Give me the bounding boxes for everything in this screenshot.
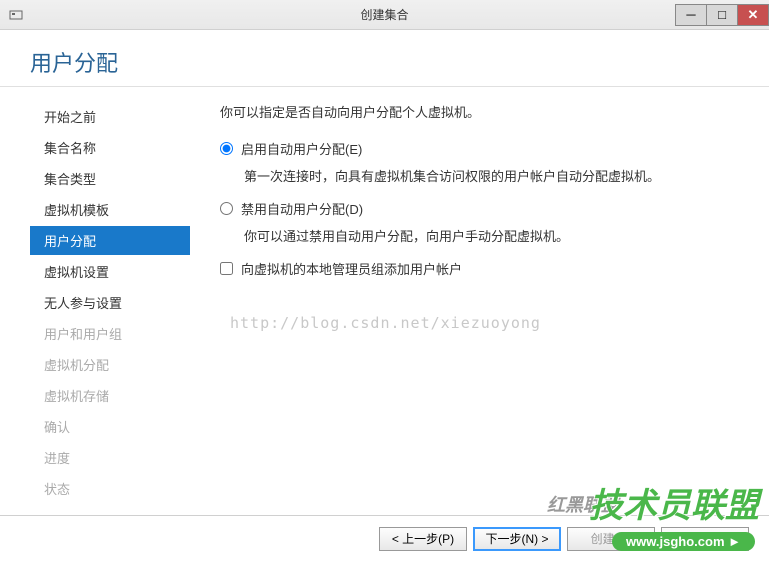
radio-enable-desc: 第一次连接时，向具有虚拟机集合访问权限的用户帐户自动分配虚拟机。 xyxy=(244,166,739,185)
sidebar-item-1[interactable]: 集合名称 xyxy=(30,133,190,162)
radio-enable-label: 启用自动用户分配(E) xyxy=(241,139,362,158)
create-button: 创建(C) xyxy=(567,527,655,551)
sidebar-item-6[interactable]: 无人参与设置 xyxy=(30,288,190,317)
sidebar-item-3[interactable]: 虚拟机模板 xyxy=(30,195,190,224)
cancel-button[interactable]: 取消 xyxy=(661,527,749,551)
radio-enable-auto[interactable] xyxy=(220,142,233,155)
sidebar-item-0[interactable]: 开始之前 xyxy=(30,102,190,131)
window-controls: ─ □ ✕ xyxy=(676,4,769,26)
panel-description: 你可以指定是否自动向用户分配个人虚拟机。 xyxy=(220,102,739,121)
sidebar-item-9: 虚拟机存储 xyxy=(30,381,190,410)
prev-button[interactable]: < 上一步(P) xyxy=(379,527,467,551)
checkbox-add-admin[interactable] xyxy=(220,262,233,275)
next-button[interactable]: 下一步(N) > xyxy=(473,527,561,551)
sidebar-item-10: 确认 xyxy=(30,412,190,441)
watermark-text: http://blog.csdn.net/xiezuoyong xyxy=(230,314,739,332)
sidebar-item-8: 虚拟机分配 xyxy=(30,350,190,379)
titlebar: 创建集合 ─ □ ✕ xyxy=(0,0,769,30)
minimize-button[interactable]: ─ xyxy=(675,4,707,26)
wizard-sidebar: 开始之前集合名称集合类型虚拟机模板用户分配虚拟机设置无人参与设置用户和用户组虚拟… xyxy=(0,87,190,547)
content-area: 开始之前集合名称集合类型虚拟机模板用户分配虚拟机设置无人参与设置用户和用户组虚拟… xyxy=(0,87,769,547)
page-header: 用户分配 xyxy=(0,30,769,87)
close-button[interactable]: ✕ xyxy=(737,4,769,26)
sidebar-item-4[interactable]: 用户分配 xyxy=(30,226,190,255)
checkbox-label: 向虚拟机的本地管理员组添加用户帐户 xyxy=(241,259,462,278)
page-title: 用户分配 xyxy=(30,46,739,78)
sidebar-item-11: 进度 xyxy=(30,443,190,472)
radio-disable-desc: 你可以通过禁用自动用户分配，向用户手动分配虚拟机。 xyxy=(244,226,739,245)
window-title: 创建集合 xyxy=(360,6,408,23)
sidebar-item-7: 用户和用户组 xyxy=(30,319,190,348)
wizard-footer: < 上一步(P) 下一步(N) > 创建(C) 取消 xyxy=(0,515,769,561)
app-icon xyxy=(8,7,24,23)
sidebar-item-2[interactable]: 集合类型 xyxy=(30,164,190,193)
radio-option-disable[interactable]: 禁用自动用户分配(D) xyxy=(220,199,739,218)
checkbox-option[interactable]: 向虚拟机的本地管理员组添加用户帐户 xyxy=(220,259,739,278)
radio-disable-auto[interactable] xyxy=(220,202,233,215)
maximize-button[interactable]: □ xyxy=(706,4,738,26)
main-panel: 你可以指定是否自动向用户分配个人虚拟机。 启用自动用户分配(E) 第一次连接时，… xyxy=(190,87,769,547)
sidebar-item-5[interactable]: 虚拟机设置 xyxy=(30,257,190,286)
radio-disable-label: 禁用自动用户分配(D) xyxy=(241,199,363,218)
radio-option-enable[interactable]: 启用自动用户分配(E) xyxy=(220,139,739,158)
sidebar-item-12: 状态 xyxy=(30,474,190,503)
